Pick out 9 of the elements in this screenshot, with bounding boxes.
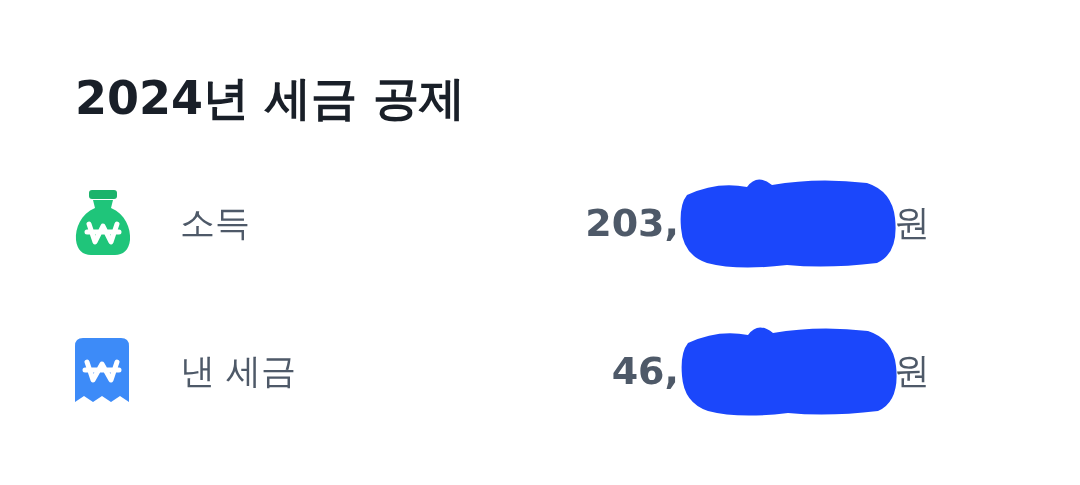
money-bag-icon (75, 190, 131, 256)
amount-text: 203, (585, 200, 679, 247)
currency-unit: 원 (894, 349, 930, 393)
amount-text: 46, (611, 348, 679, 395)
row-label: 낸 세금 (180, 350, 297, 393)
receipt-icon (75, 338, 129, 404)
section-title: 2024년 세금 공제 (75, 70, 466, 127)
row-label: 소득 (180, 202, 250, 245)
currency-unit: 원 (894, 201, 930, 245)
